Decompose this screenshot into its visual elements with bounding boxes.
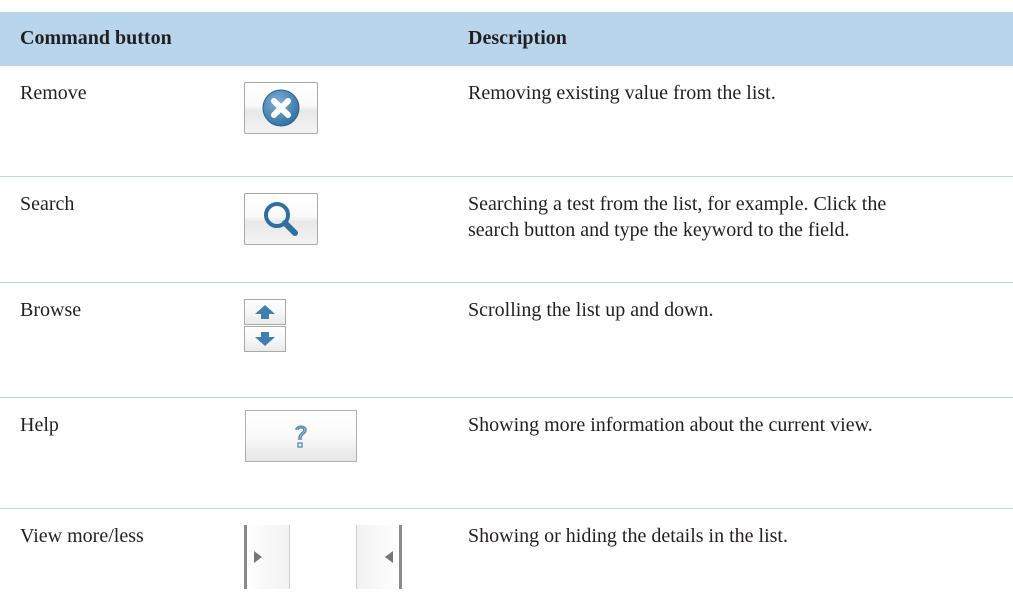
scroll-up-button[interactable] bbox=[244, 299, 286, 325]
table-row-search: Search Searching a test from the list, f… bbox=[0, 177, 1013, 283]
command-name: Help bbox=[20, 414, 59, 436]
scroll-down-button[interactable] bbox=[244, 326, 286, 352]
description-line: Showing or hiding the details in the lis… bbox=[468, 525, 788, 547]
command-name: Remove bbox=[20, 82, 87, 104]
command-name: Browse bbox=[20, 299, 82, 321]
table-row-remove: Remove Removing existing value from the … bbox=[0, 66, 1013, 177]
header-description: Description bbox=[468, 27, 567, 49]
table-row-help: Help Showing more information about the … bbox=[0, 398, 1013, 509]
search-icon bbox=[264, 202, 298, 236]
command-description: Showing more information about the curre… bbox=[468, 412, 1008, 438]
description-line: search button and type the keyword to th… bbox=[468, 219, 850, 241]
search-button[interactable] bbox=[244, 193, 318, 245]
command-description: Showing or hiding the details in the lis… bbox=[468, 523, 1008, 549]
command-description: Scrolling the list up and down. bbox=[468, 297, 1008, 323]
description-line: Searching a test from the list, for exam… bbox=[468, 193, 887, 215]
description-line: Scrolling the list up and down. bbox=[468, 299, 714, 321]
arrow-down-icon bbox=[255, 332, 275, 346]
command-name: View more/less bbox=[20, 525, 144, 547]
help-button[interactable] bbox=[245, 410, 357, 462]
arrow-up-icon bbox=[255, 305, 275, 319]
description-line: Showing more information about the curre… bbox=[468, 414, 873, 436]
table-header: Command button Description bbox=[0, 12, 1013, 66]
command-description: Removing existing value from the list. bbox=[468, 80, 1008, 106]
table-row-browse: Browse Scrolling the list up and down. bbox=[0, 283, 1013, 398]
remove-button[interactable] bbox=[244, 82, 318, 134]
command-button-table: Command button Description Remove Removi… bbox=[0, 12, 1013, 609]
collapse-left-icon bbox=[385, 551, 393, 563]
remove-icon bbox=[262, 89, 300, 127]
expand-right-icon bbox=[254, 551, 262, 563]
header-command-button: Command button bbox=[20, 27, 172, 49]
description-line: Removing existing value from the list. bbox=[468, 82, 776, 104]
table-row-view-more-less: View more/less Showing or hiding the det… bbox=[0, 509, 1013, 609]
command-description: Searching a test from the list, for exam… bbox=[468, 191, 1008, 243]
help-icon bbox=[295, 425, 307, 448]
command-name: Search bbox=[20, 193, 75, 215]
view-more-handle[interactable] bbox=[244, 525, 290, 589]
view-less-handle[interactable] bbox=[356, 525, 402, 589]
